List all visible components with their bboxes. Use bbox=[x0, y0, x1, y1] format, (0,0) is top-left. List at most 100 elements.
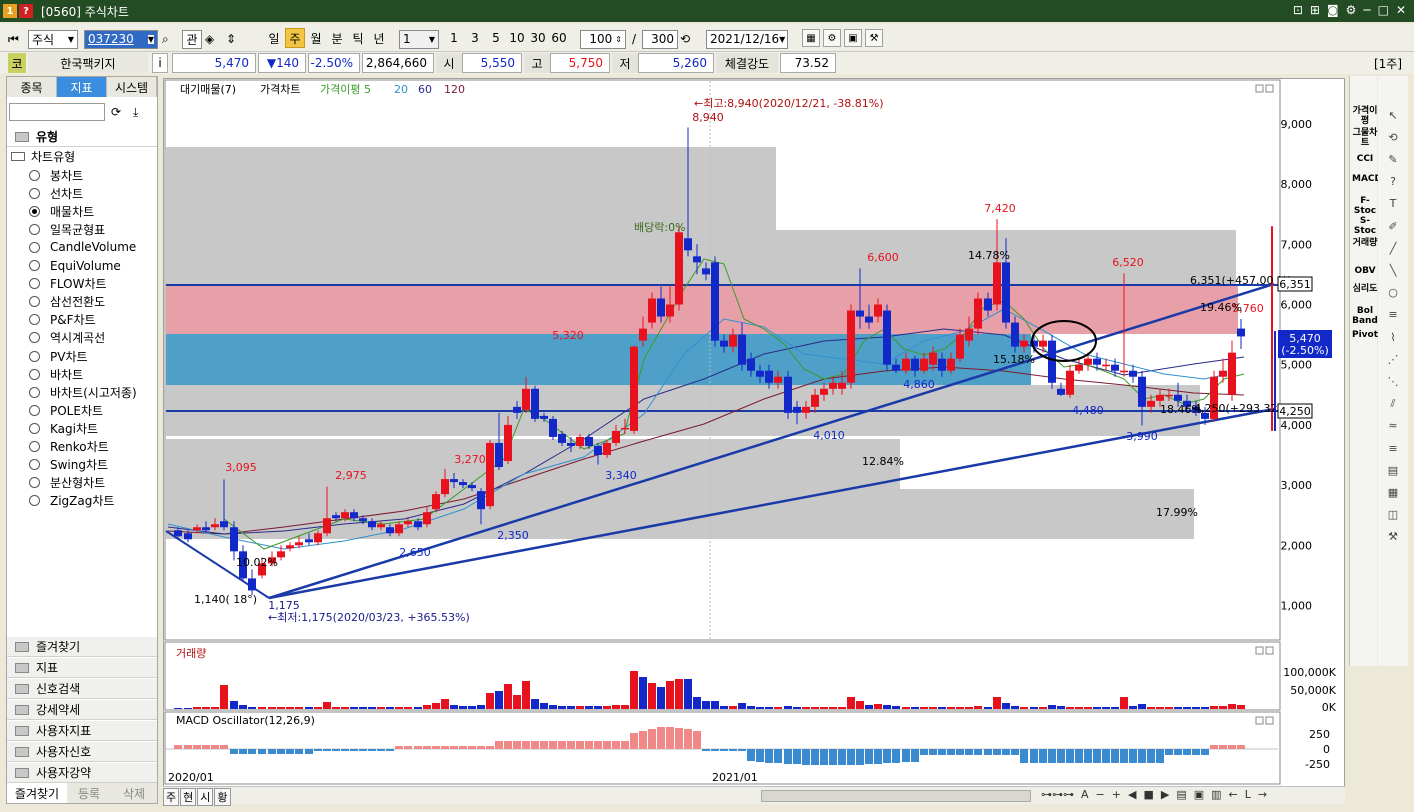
code-input[interactable]: 037230 ▼ bbox=[84, 29, 158, 49]
refresh-icon[interactable]: ⟳ bbox=[111, 105, 121, 119]
indicator-shortcut[interactable]: 그물차트 bbox=[1352, 128, 1378, 148]
count-max-input[interactable]: 300 bbox=[642, 29, 678, 49]
tab-stocks[interactable]: 종목 bbox=[7, 77, 57, 97]
save-icon[interactable]: ⊞ bbox=[1310, 3, 1320, 17]
radio-icon[interactable] bbox=[29, 368, 40, 380]
help-badge[interactable]: ? bbox=[19, 4, 33, 18]
chart-type-option[interactable]: Kagi차트 bbox=[29, 419, 98, 437]
forward-icon[interactable]: → bbox=[1258, 788, 1267, 801]
date-select[interactable]: 2021/12/16 ▼ bbox=[706, 29, 788, 49]
subgroup-chart-type[interactable]: 차트유형 bbox=[11, 148, 75, 165]
chart-type-option[interactable]: FLOW차트 bbox=[29, 275, 107, 293]
period-day[interactable]: 일 bbox=[264, 28, 284, 48]
channel-icon[interactable]: ⋰ bbox=[1384, 350, 1402, 368]
period-week[interactable]: 주 bbox=[285, 28, 305, 48]
chart-type-option[interactable]: 선차트 bbox=[29, 184, 83, 202]
indicator-shortcut[interactable]: Pivot bbox=[1352, 330, 1378, 340]
chart-type-option[interactable]: Renko차트 bbox=[29, 438, 109, 456]
group-type[interactable]: 유형 bbox=[7, 127, 157, 147]
quick-5[interactable]: 5 bbox=[486, 28, 506, 48]
text-icon[interactable]: T bbox=[1384, 195, 1402, 213]
prev-icon[interactable]: ◀ bbox=[1128, 788, 1136, 801]
indicator-search-input[interactable] bbox=[9, 103, 105, 121]
radio-icon[interactable] bbox=[29, 278, 40, 290]
radio-icon[interactable] bbox=[29, 314, 40, 326]
split-icon[interactable]: ◫ bbox=[1384, 506, 1402, 524]
print-icon[interactable]: ▣ bbox=[844, 29, 862, 47]
save-chart-icon[interactable]: ▣ bbox=[1194, 788, 1204, 801]
indicator-shortcut[interactable]: MACD bbox=[1352, 174, 1382, 184]
bottom-tab[interactable]: 황 bbox=[214, 788, 231, 806]
levels-icon[interactable]: ≡ bbox=[1384, 439, 1402, 457]
layout-icon[interactable]: ▥ bbox=[1211, 788, 1221, 801]
radio-icon[interactable] bbox=[29, 332, 40, 344]
minimize-icon[interactable]: ─ bbox=[1363, 3, 1370, 17]
indicator-shortcut[interactable]: CCI bbox=[1352, 154, 1378, 164]
indicator-shortcut[interactable]: S-Stoc bbox=[1352, 216, 1378, 236]
help-icon[interactable]: ? bbox=[1384, 173, 1402, 191]
close-icon[interactable]: ✕ bbox=[1396, 3, 1406, 17]
chart-type-option[interactable]: 매물차트 bbox=[29, 202, 94, 220]
period-month[interactable]: 월 bbox=[306, 28, 326, 48]
chart-type-option[interactable]: 역시계곡선 bbox=[29, 329, 105, 347]
fan-icon[interactable]: ⋱ bbox=[1384, 372, 1402, 390]
interval-select[interactable]: 1 ▼ bbox=[399, 29, 439, 49]
info-button[interactable]: i bbox=[152, 53, 168, 73]
zoom-slider-icon[interactable]: ⊶⊶⊶ bbox=[1041, 788, 1074, 801]
quick-10[interactable]: 10 bbox=[507, 28, 527, 48]
text-size-icon[interactable]: A bbox=[1081, 788, 1089, 801]
chart-type-option[interactable]: PV차트 bbox=[29, 347, 88, 365]
trendline-icon[interactable]: ╲ bbox=[1384, 261, 1402, 279]
link-icon[interactable]: ⊡ bbox=[1293, 3, 1303, 17]
chart-type-option[interactable]: 분산형차트 bbox=[29, 474, 105, 492]
indicator-shortcut[interactable]: F-Stoc bbox=[1352, 196, 1378, 216]
download-icon[interactable]: ⤓ bbox=[133, 105, 138, 120]
indicator-shortcut[interactable]: Bol Band bbox=[1352, 306, 1378, 326]
radio-icon[interactable] bbox=[29, 223, 40, 235]
home-icon[interactable]: L bbox=[1245, 788, 1251, 801]
bottom-tab[interactable]: 주 bbox=[163, 788, 180, 806]
bottom-tab[interactable]: 시 bbox=[197, 788, 214, 806]
radio-icon[interactable] bbox=[29, 386, 40, 398]
horizontal-scrollbar[interactable] bbox=[761, 790, 1031, 802]
gear-icon[interactable]: ⚙ bbox=[1346, 3, 1357, 17]
wrench-icon[interactable]: ⚒ bbox=[1384, 528, 1402, 546]
line-icon[interactable]: ╱ bbox=[1384, 239, 1402, 257]
folder-item[interactable]: 사용자강약 bbox=[7, 763, 157, 783]
radio-icon[interactable] bbox=[29, 187, 40, 199]
folder-item[interactable]: 사용자신호 bbox=[7, 742, 157, 762]
chart-type-option[interactable]: 삼선전환도 bbox=[29, 293, 105, 311]
gann-icon[interactable]: ⌇ bbox=[1384, 328, 1402, 346]
indicator-shortcut[interactable]: OBV bbox=[1352, 266, 1378, 276]
chart-type-option[interactable]: 봉차트 bbox=[29, 166, 83, 184]
folder-item[interactable]: 사용자지표 bbox=[7, 721, 157, 741]
quick-3[interactable]: 3 bbox=[465, 28, 485, 48]
cursor-icon[interactable]: ↖ bbox=[1384, 106, 1402, 124]
chart-area[interactable]: 9,000 8,000 7,000 6,000 5,000 4,000 3,000 2,000… bbox=[163, 78, 1345, 804]
grid-icon[interactable]: ▦ bbox=[1384, 483, 1402, 501]
indicator-shortcut[interactable]: 거래량 bbox=[1352, 238, 1378, 248]
radio-icon[interactable] bbox=[29, 477, 40, 489]
radio-icon[interactable] bbox=[29, 350, 40, 362]
quick-1[interactable]: 1 bbox=[444, 28, 464, 48]
undo-icon[interactable]: ⟲ bbox=[1384, 128, 1402, 146]
stop-icon[interactable]: ■ bbox=[1143, 788, 1153, 801]
quick-60[interactable]: 60 bbox=[549, 28, 569, 48]
search-icon[interactable]: ⌕ bbox=[162, 29, 169, 49]
quick-30[interactable]: 30 bbox=[528, 28, 548, 48]
chart-type-option[interactable]: 일목균형표 bbox=[29, 220, 105, 238]
next-icon[interactable]: ▶ bbox=[1161, 788, 1169, 801]
period-tick[interactable]: 틱 bbox=[348, 28, 368, 48]
folder-item[interactable]: 즐겨찾기 bbox=[7, 637, 157, 657]
chart-type-option[interactable]: EquiVolume bbox=[29, 257, 121, 275]
wave-icon[interactable]: ≈ bbox=[1384, 417, 1402, 435]
chart-type-option[interactable]: ZigZag차트 bbox=[29, 492, 114, 510]
circle-icon[interactable]: ○ bbox=[1384, 284, 1402, 302]
parallel-icon[interactable]: ⫽ bbox=[1384, 395, 1402, 413]
pen-icon[interactable]: ✎ bbox=[1384, 150, 1402, 168]
indicator-shortcut[interactable]: 가격이평 bbox=[1352, 106, 1378, 126]
chart-config-icon[interactable]: ▦ bbox=[802, 29, 820, 47]
radio-icon[interactable] bbox=[29, 459, 40, 471]
period-year[interactable]: 년 bbox=[369, 28, 389, 48]
zoom-in-icon[interactable]: + bbox=[1112, 788, 1121, 801]
